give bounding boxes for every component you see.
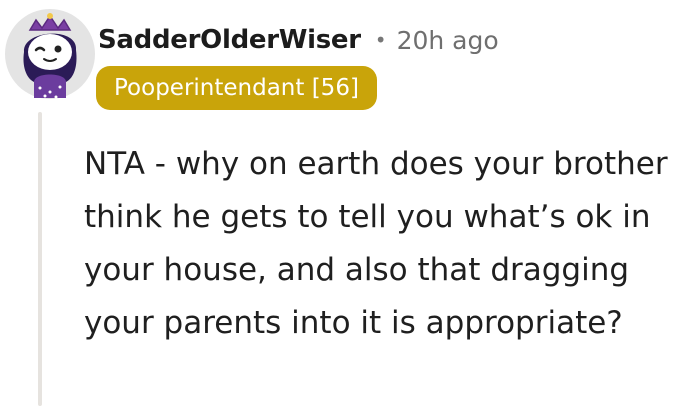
author-username[interactable]: SadderOlderWiser bbox=[98, 25, 361, 55]
comment-meta: • 20h ago bbox=[375, 26, 499, 55]
comment: SadderOlderWiser • 20h ago Pooperintenda… bbox=[0, 0, 700, 406]
thread-line[interactable] bbox=[38, 112, 42, 406]
user-flair-badge: Pooperintendant [56] bbox=[96, 66, 377, 110]
comment-header: SadderOlderWiser • 20h ago bbox=[98, 20, 499, 60]
avatar[interactable] bbox=[4, 8, 96, 100]
meta-separator: • bbox=[374, 28, 387, 52]
comment-body: NTA - why on earth does your brother thi… bbox=[84, 146, 668, 341]
comment-age[interactable]: 20h ago bbox=[397, 26, 499, 55]
snoo-avatar-icon bbox=[5, 9, 95, 99]
